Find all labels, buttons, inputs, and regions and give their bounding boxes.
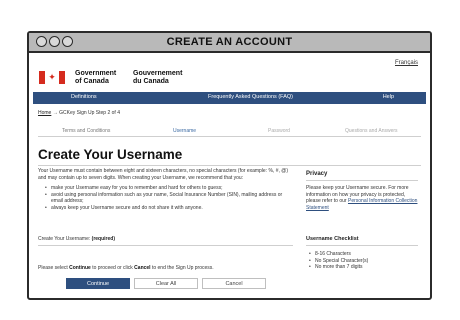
title-divider — [38, 165, 421, 166]
window-title: CREATE AN ACCOUNT — [166, 36, 293, 48]
government-wordmark-en: Government of Canada — [75, 70, 117, 85]
username-field-label: Create Your Username: (required) — [38, 236, 115, 242]
checklist-divider — [306, 245, 418, 246]
page-title: Create Your Username — [38, 147, 183, 162]
list-item: always keep your Username secure and do … — [45, 205, 295, 212]
language-link[interactable]: Français — [395, 60, 418, 66]
window-titlebar: CREATE AN ACCOUNT — [29, 33, 430, 53]
cancel-button[interactable]: Cancel — [202, 278, 266, 289]
step-password: Password — [268, 128, 290, 134]
continue-button[interactable]: Continue — [66, 278, 130, 289]
breadcrumb-home-link[interactable]: Home — [38, 110, 51, 116]
nav-definitions[interactable]: Definitions — [71, 94, 97, 100]
step-username: Username — [173, 128, 197, 134]
username-rules-text: Your Username must contain between eight… — [38, 168, 289, 181]
nav-help[interactable]: Help — [383, 94, 394, 100]
list-item: No more than 7 digits — [309, 264, 368, 271]
username-checklist: 8-16 Characters No Special Character(s) … — [309, 251, 368, 271]
main-nav: Definitions Frequently Asked Questions (… — [33, 92, 426, 104]
government-wordmark-fr: Gouvernement du Canada — [133, 70, 183, 85]
nav-faq[interactable]: Frequently Asked Questions (FAQ) — [208, 94, 293, 100]
step-terms: Terms and Conditions — [62, 128, 111, 134]
browser-window: CREATE AN ACCOUNT Français ✦ Government o… — [27, 31, 432, 300]
clear-all-button[interactable]: Clear All — [134, 278, 198, 289]
step-questions: Questions and Answers — [345, 128, 398, 134]
checklist-heading: Username Checklist — [306, 236, 359, 242]
list-item: avoid using personal information such as… — [45, 192, 295, 205]
privacy-text: Please keep your Username secure. For mo… — [306, 185, 418, 211]
signup-steps: Terms and Conditions Username Password Q… — [38, 125, 421, 137]
proceed-instructions: Please select Continue to proceed or cli… — [38, 265, 214, 271]
breadcrumb: Home → GCKey Sign Up Step 2 of 4 — [38, 110, 120, 116]
canada-flag-icon: ✦ — [39, 71, 65, 84]
privacy-heading: Privacy — [306, 171, 328, 177]
privacy-divider — [306, 180, 418, 181]
username-input[interactable] — [38, 245, 293, 246]
breadcrumb-current: → GCKey Sign Up Step 2 of 4 — [52, 110, 120, 116]
username-tips-list: make your Username easy for you to remem… — [45, 185, 295, 211]
